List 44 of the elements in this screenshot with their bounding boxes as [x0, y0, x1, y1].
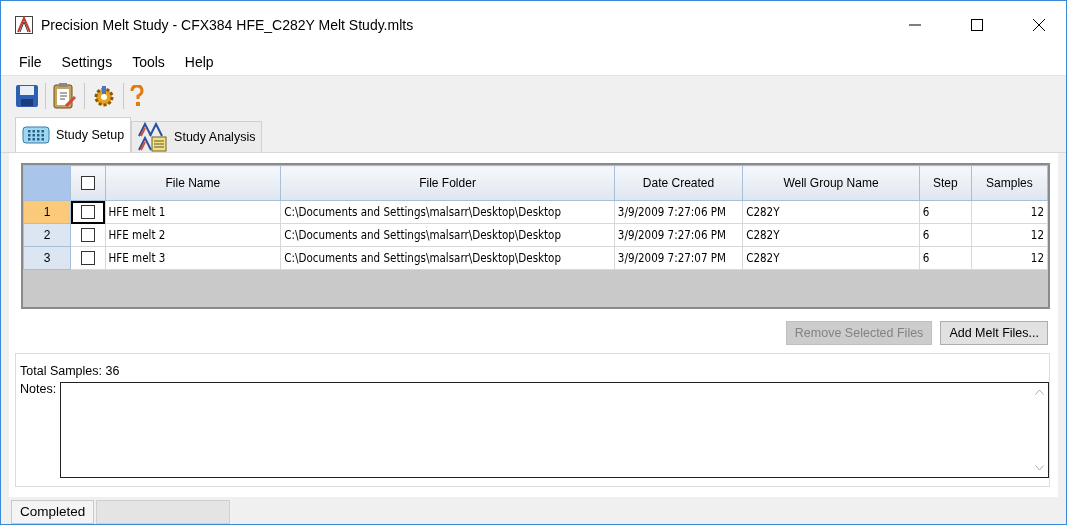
- notes-label: Notes:: [20, 382, 57, 398]
- tab[interactable]: Study Analysis: [131, 121, 263, 152]
- close-icon[interactable]: [1033, 19, 1045, 31]
- table-cell: C:\Documents and Settings\malsarr\Desktop\Desktop: [280, 223, 615, 247]
- table-cell: 3/9/2009 7:27:06 PM: [614, 223, 743, 247]
- total-samples: Total Samples: 36: [20, 364, 121, 378]
- save-icon[interactable]: [15, 84, 39, 108]
- table-cell: HFE melt 3: [105, 246, 281, 270]
- tab[interactable]: Study Setup: [15, 117, 132, 152]
- menu-item[interactable]: Settings: [53, 52, 121, 72]
- checkbox[interactable]: [80, 176, 95, 191]
- checkbox[interactable]: [80, 205, 95, 220]
- table-cell: HFE melt 2: [105, 223, 281, 247]
- menu-item[interactable]: File: [11, 52, 50, 72]
- plate-icon: [22, 126, 50, 144]
- table-cell: C282Y: [742, 223, 920, 247]
- column-header[interactable]: Well Group Name: [742, 165, 920, 201]
- table-cell: C:\Documents and Settings\malsarr\Desktop\Desktop: [280, 246, 615, 270]
- help-icon[interactable]: [130, 85, 144, 107]
- table-cell: 3/9/2009 7:27:07 PM: [614, 246, 743, 270]
- window-title: Precision Melt Study - CFX384 HFE_C282Y Melt Study.mlts: [41, 17, 415, 33]
- status-text: Completed: [11, 500, 95, 524]
- chart-document-icon: [138, 122, 169, 152]
- column-header[interactable]: Samples: [971, 165, 1048, 201]
- table-cell: C:\Documents and Settings\malsarr\Desktop\Desktop: [280, 200, 615, 224]
- row-header[interactable]: 3: [23, 246, 71, 270]
- maximize-icon[interactable]: [971, 19, 983, 31]
- checkbox[interactable]: [80, 251, 95, 266]
- column-header[interactable]: File Name: [105, 165, 281, 201]
- app-icon: [15, 16, 33, 34]
- column-header[interactable]: Date Created: [614, 165, 743, 201]
- row-header[interactable]: 1: [23, 200, 71, 224]
- row-header[interactable]: 2: [23, 223, 71, 247]
- add-button[interactable]: Add Melt Files...: [940, 321, 1048, 345]
- table-cell: C282Y: [742, 200, 920, 224]
- checkbox[interactable]: [80, 228, 95, 243]
- table-cell: C282Y: [742, 246, 920, 270]
- column-header[interactable]: File Folder: [280, 165, 615, 201]
- clipboard-icon[interactable]: [52, 82, 78, 110]
- table-cell: 3/9/2009 7:27:06 PM: [614, 200, 743, 224]
- menu-item[interactable]: Tools: [124, 52, 173, 72]
- menu-item[interactable]: Help: [176, 52, 222, 72]
- column-header[interactable]: Step: [919, 165, 972, 201]
- table-cell: HFE melt 1: [105, 200, 281, 224]
